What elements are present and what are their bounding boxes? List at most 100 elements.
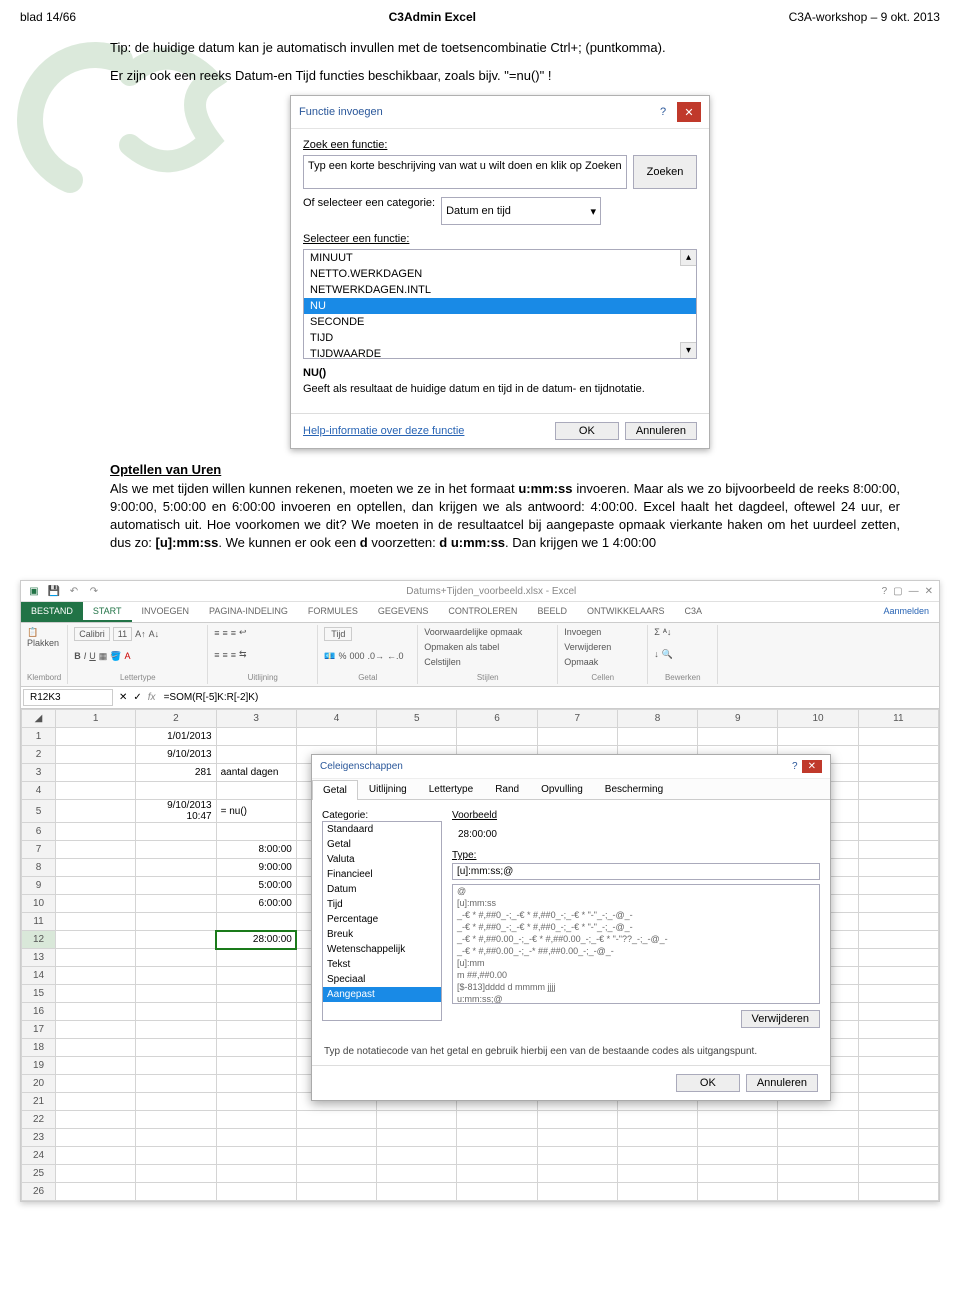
tab-c3a[interactable]: C3A — [674, 602, 712, 622]
paste-button[interactable]: 📋Plakken — [27, 627, 61, 648]
help-link[interactable]: Help-informatie over deze functie — [303, 425, 555, 437]
dec-decimal-icon[interactable]: ←.0 — [387, 651, 404, 661]
cp-tab-rand[interactable]: Rand — [484, 779, 530, 799]
tab-invoegen[interactable]: INVOEGEN — [132, 602, 200, 622]
col-header[interactable]: 11 — [858, 710, 938, 728]
type-input[interactable]: [u]:mm:ss;@ — [452, 863, 820, 880]
list-item[interactable]: Wetenschappelijk — [323, 942, 441, 957]
cell[interactable]: 281 — [136, 764, 216, 782]
col-header[interactable]: 3 — [216, 710, 296, 728]
row-header[interactable]: 12 — [22, 931, 56, 949]
selected-cell[interactable]: 28:00:00 — [216, 931, 296, 949]
find-icon[interactable]: 🔍 — [662, 649, 673, 660]
ok-button[interactable]: OK — [676, 1074, 740, 1092]
col-header[interactable]: 10 — [778, 710, 858, 728]
cell[interactable]: 9/10/2013 — [136, 746, 216, 764]
list-item[interactable]: [u]:mm — [453, 957, 819, 969]
thousands-icon[interactable]: 000 — [349, 651, 364, 661]
type-listbox[interactable]: @ [u]:mm:ss _-€ * #,##0_-;_-€ * #,##0_-;… — [452, 884, 820, 1004]
list-item[interactable]: Percentage — [323, 912, 441, 927]
list-item[interactable]: _-€ * #,##0_-;_-€ * #,##0_-;_-€ * "-"_-;… — [453, 921, 819, 933]
list-item[interactable]: Breuk — [323, 927, 441, 942]
fill-color-icon[interactable]: 🪣 — [110, 651, 121, 662]
tab-ontwikkelaars[interactable]: ONTWIKKELAARS — [577, 602, 675, 622]
font-color-icon[interactable]: A — [125, 651, 131, 661]
fontsize-select[interactable]: 11 — [113, 627, 132, 641]
row-header[interactable]: 20 — [22, 1075, 56, 1093]
select-all-corner[interactable]: ◢ — [22, 710, 56, 728]
list-item[interactable]: u:mm:ss;@ — [453, 993, 819, 1004]
search-input[interactable]: Typ een korte beschrijving van wat u wil… — [303, 155, 627, 189]
row-header[interactable]: 2 — [22, 746, 56, 764]
col-header[interactable]: 7 — [537, 710, 617, 728]
list-item[interactable]: _-€ * #,##0.00_-;_-€ * #,##0.00_-;_-€ * … — [453, 933, 819, 945]
autosum-icon[interactable]: Σ — [654, 627, 660, 637]
percent-icon[interactable]: % — [338, 651, 346, 661]
row-header[interactable]: 23 — [22, 1129, 56, 1147]
row-header[interactable]: 5 — [22, 800, 56, 823]
tab-beeld[interactable]: BEELD — [527, 602, 577, 622]
merge-icon[interactable]: ⇆ — [239, 649, 247, 660]
row-header[interactable]: 17 — [22, 1021, 56, 1039]
fx-icon[interactable]: fx — [148, 692, 156, 703]
list-item[interactable]: Financieel — [323, 867, 441, 882]
minimize-icon[interactable]: — — [909, 586, 919, 597]
row-header[interactable]: 16 — [22, 1003, 56, 1021]
row-header[interactable]: 13 — [22, 949, 56, 967]
cell[interactable]: 1/01/2013 — [136, 728, 216, 746]
row-header[interactable]: 3 — [22, 764, 56, 782]
sort-icon[interactable]: ᴬ↓ — [663, 627, 672, 637]
align-center-icon[interactable]: ≡ — [223, 650, 228, 660]
list-item[interactable]: NETWERKDAGEN.INTL — [304, 282, 696, 298]
cp-tab-uitlijning[interactable]: Uitlijning — [358, 779, 418, 799]
cp-tab-opvulling[interactable]: Opvulling — [530, 779, 594, 799]
format-button[interactable]: Opmaak — [564, 657, 641, 667]
cell[interactable]: aantal dagen — [216, 764, 296, 782]
list-item[interactable]: Tekst — [323, 957, 441, 972]
inc-decimal-icon[interactable]: .0→ — [368, 651, 385, 661]
row-header[interactable]: 8 — [22, 859, 56, 877]
insert-button[interactable]: Invoegen — [564, 627, 641, 637]
scroll-down-icon[interactable]: ▾ — [680, 342, 696, 358]
row-header[interactable]: 25 — [22, 1165, 56, 1183]
ok-button[interactable]: OK — [555, 422, 619, 440]
row-header[interactable]: 19 — [22, 1057, 56, 1075]
tab-file[interactable]: BESTAND — [21, 602, 83, 622]
row-header[interactable]: 10 — [22, 895, 56, 913]
list-item[interactable]: TIJD — [304, 330, 696, 346]
list-item[interactable]: Speciaal — [323, 972, 441, 987]
list-item[interactable]: NETTO.WERKDAGEN — [304, 266, 696, 282]
cell[interactable]: 6:00:00 — [216, 895, 296, 913]
col-header[interactable]: 6 — [457, 710, 537, 728]
redo-icon[interactable]: ↷ — [87, 584, 101, 598]
align-right-icon[interactable]: ≡ — [231, 650, 236, 660]
cancel-formula-icon[interactable]: ✕ — [119, 692, 127, 703]
tab-start[interactable]: START — [83, 602, 132, 622]
col-header[interactable]: 8 — [617, 710, 697, 728]
signin-link[interactable]: Aanmelden — [873, 602, 939, 622]
number-format-select[interactable]: Tijd — [324, 627, 352, 641]
close-icon[interactable]: ✕ — [677, 102, 701, 122]
category-listbox[interactable]: Standaard Getal Valuta Financieel Datum … — [322, 821, 442, 1021]
row-header[interactable]: 11 — [22, 913, 56, 931]
row-header[interactable]: 18 — [22, 1039, 56, 1057]
confirm-formula-icon[interactable]: ✓ — [133, 692, 141, 703]
cell-styles-button[interactable]: Celstijlen — [424, 657, 551, 667]
list-item[interactable]: Standaard — [323, 822, 441, 837]
row-header[interactable]: 4 — [22, 782, 56, 800]
search-button[interactable]: Zoeken — [633, 155, 697, 189]
row-header[interactable]: 22 — [22, 1111, 56, 1129]
col-header[interactable]: 9 — [698, 710, 778, 728]
format-table-button[interactable]: Opmaken als tabel — [424, 642, 551, 652]
tab-gegevens[interactable]: GEGEVENS — [368, 602, 439, 622]
list-item[interactable]: m ##,##0.00 — [453, 969, 819, 981]
list-item[interactable]: [$-813]dddd d mmmm jjjj — [453, 981, 819, 993]
row-header[interactable]: 21 — [22, 1093, 56, 1111]
list-item-selected[interactable]: Aangepast — [323, 987, 441, 1002]
spreadsheet-grid[interactable]: ◢ 1 2 3 4 5 6 7 8 9 10 11 11/01/2013 29/… — [21, 709, 939, 1201]
save-icon[interactable]: 💾 — [47, 584, 61, 598]
list-item[interactable]: @ — [453, 885, 819, 897]
col-header[interactable]: 5 — [377, 710, 457, 728]
function-listbox[interactable]: ▴ MINUUT NETTO.WERKDAGEN NETWERKDAGEN.IN… — [303, 249, 697, 359]
formula-input[interactable]: =SOM(R[-5]K:R[-2]K) — [162, 690, 937, 705]
